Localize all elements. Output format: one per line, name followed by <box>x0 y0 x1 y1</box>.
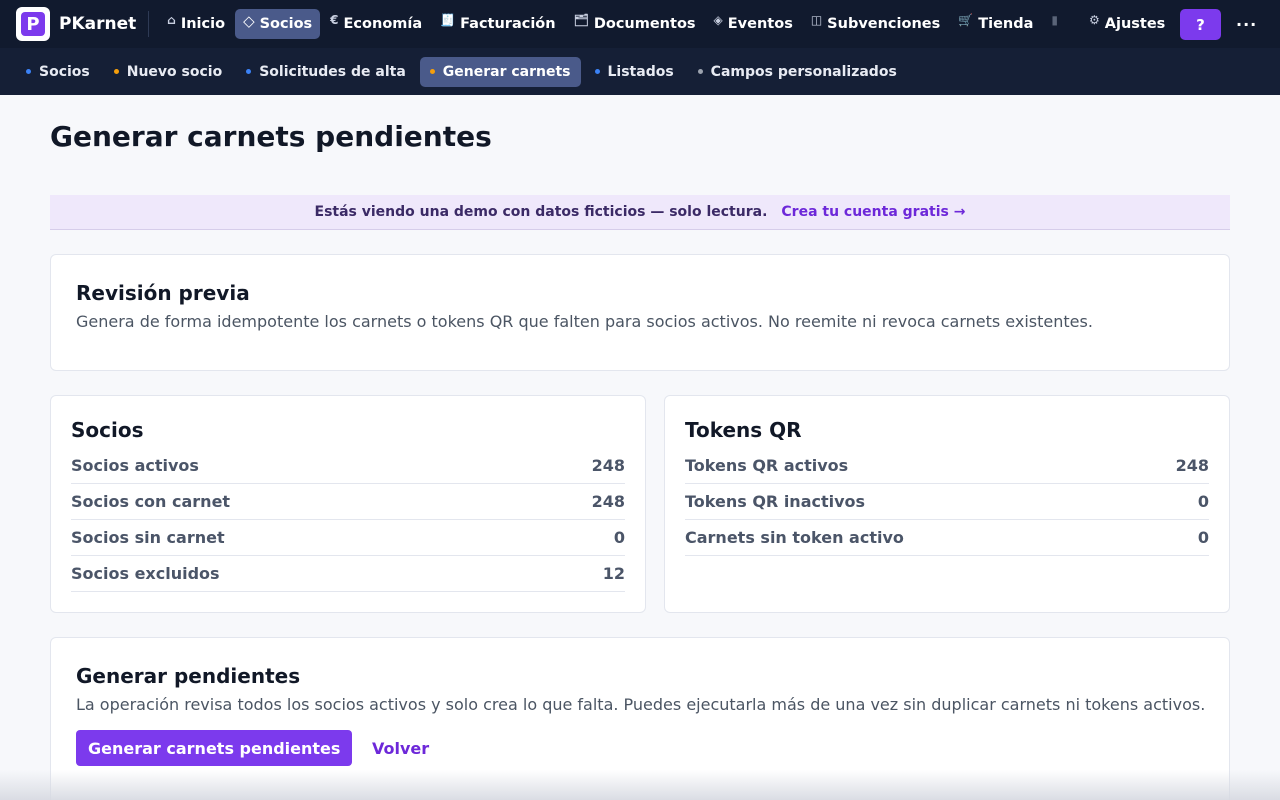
subnav-item-label: Listados <box>607 63 674 80</box>
subnav-item-label: Nuevo socio <box>126 63 223 80</box>
create-account-link[interactable]: Crea tu cuenta gratis → <box>781 204 965 220</box>
subnav-item-campos-personalizados[interactable]: Campos personalizados <box>688 57 907 87</box>
nav-item-label: Inicio <box>180 16 226 32</box>
subnav-item-socios[interactable]: Socios <box>16 57 100 87</box>
generate-description: La operación revisa todos los socios act… <box>76 695 1206 714</box>
page-title: Generar carnets pendientes <box>50 120 492 153</box>
status-dot <box>429 69 435 74</box>
socios-stats-card: Socios Socios activos 248 Socios con carne… <box>50 395 646 613</box>
tokens-stats-title: Tokens QR <box>685 418 802 442</box>
stat-row: Tokens QR inactivos 0 <box>685 484 1209 520</box>
socios-stats-title: Socios <box>71 418 144 442</box>
status-dot <box>697 69 703 74</box>
subnav-item-listados[interactable]: Listados <box>585 57 684 87</box>
stat-label: Socios activos <box>71 456 199 475</box>
nav-divider <box>148 11 150 37</box>
stat-value: 248 <box>591 492 625 511</box>
help-button[interactable]: ? <box>1180 9 1221 40</box>
receipt-icon: 🧾 <box>440 13 456 27</box>
nav-item-label: Eventos <box>727 16 793 32</box>
nav-item-label: Documentos <box>593 16 696 32</box>
tokens-stats-card: Tokens QR Tokens QR activos 248 Tokens QR … <box>664 395 1230 613</box>
stat-label: Tokens QR activos <box>685 456 849 475</box>
status-dot <box>113 69 119 74</box>
brand[interactable]: P PKarnet <box>16 7 136 41</box>
stat-row: Socios excluidos 12 <box>71 556 625 592</box>
stat-value: 0 <box>613 528 625 547</box>
stat-row: Socios activos 248 <box>71 448 625 484</box>
demo-banner: Estás viendo una demo con datos ficticio… <box>50 195 1230 230</box>
nav-item-tienda[interactable]: 🛒 Tienda <box>950 9 1041 39</box>
stat-label: Socios excluidos <box>71 564 220 583</box>
app-name: PKarnet <box>59 14 137 34</box>
nav-item-eventos[interactable]: ◈ Eventos <box>706 9 801 39</box>
stat-value: 0 <box>1197 492 1209 511</box>
generate-card: Generar pendientes La operación revisa t… <box>50 637 1230 800</box>
back-link[interactable]: Volver <box>372 730 429 766</box>
stat-row: Socios con carnet 248 <box>71 484 625 520</box>
stat-value: 248 <box>1175 456 1209 475</box>
tokens-stats-list: Tokens QR activos 248 Tokens QR inactivos 0… <box>685 448 1209 556</box>
nav-item-overflow[interactable]: ▮ <box>1043 9 1071 39</box>
sub-navbar: Socios Nuevo socio Solicitudes de alta Gene… <box>0 48 1280 95</box>
stat-row: Tokens QR activos 248 <box>685 448 1209 484</box>
nav-item-ajustes[interactable]: ⚙ Ajustes <box>1081 9 1173 39</box>
subnav-item-generar-carnets[interactable]: Generar carnets <box>419 56 581 87</box>
diamond-icon: ◇ <box>243 12 255 30</box>
status-dot <box>26 69 31 74</box>
events-icon: ◈ <box>713 13 723 27</box>
nav-item-facturacion[interactable]: 🧾 Facturación <box>432 9 563 39</box>
nav-item-inicio[interactable]: ⌂ Inicio <box>159 9 233 39</box>
grants-icon: ◫ <box>810 13 823 27</box>
app-logo: P <box>16 7 50 41</box>
nav-item-label: Tienda <box>978 16 1034 32</box>
stat-label: Socios sin carnet <box>71 528 225 547</box>
subnav-item-nuevo-socio[interactable]: Nuevo socio <box>104 57 232 87</box>
review-title: Revisión previa <box>76 281 250 305</box>
nav-item-label: Facturación <box>460 16 556 32</box>
nav-item-label: Ajustes <box>1104 16 1166 32</box>
stat-value: 0 <box>1197 528 1209 547</box>
nav-item-label: Subvenciones <box>827 16 941 32</box>
euro-icon: € <box>330 13 339 27</box>
status-dot <box>246 69 252 74</box>
stat-row: Socios sin carnet 0 <box>71 520 625 556</box>
stat-label: Carnets sin token activo <box>685 528 904 547</box>
top-navbar: P PKarnet ⌂ Inicio ◇ Socios € Economía 🧾 Factur… <box>0 0 1280 48</box>
cart-icon: 🛒 <box>958 13 974 27</box>
home-icon: ⌂ <box>167 13 176 27</box>
nav-item-documentos[interactable]: 🗂 Documentos <box>566 9 704 39</box>
nav-item-subvenciones[interactable]: ◫ Subvenciones <box>803 9 948 39</box>
main-nav: ⌂ Inicio ◇ Socios € Economía 🧾 Facturación 🗂 Docu… <box>159 0 1175 48</box>
demo-banner-text: Estás viendo una demo con datos ficticio… <box>314 204 768 220</box>
stat-value: 248 <box>591 456 625 475</box>
subnav-item-label: Solicitudes de alta <box>259 63 406 80</box>
stat-label: Tokens QR inactivos <box>685 492 866 511</box>
generate-title: Generar pendientes <box>76 664 301 688</box>
status-dot <box>594 69 600 74</box>
logo-mark: P <box>21 12 45 36</box>
review-description: Genera de forma idempotente los carnets … <box>76 312 1093 331</box>
socios-stats-list: Socios activos 248 Socios con carnet 248 Soc… <box>71 448 625 592</box>
folder-icon: 🗂 <box>573 13 589 27</box>
nav-item-socios[interactable]: ◇ Socios <box>235 9 321 39</box>
stat-label: Socios con carnet <box>71 492 231 511</box>
nav-item-label: Economía <box>343 16 423 32</box>
nav-item-economia[interactable]: € Economía <box>322 9 430 39</box>
subnav-item-label: Campos personalizados <box>710 63 897 80</box>
overflow-icon: ▮ <box>1051 13 1058 27</box>
stat-row: Carnets sin token activo 0 <box>685 520 1209 556</box>
stat-value: 12 <box>602 564 625 583</box>
subnav-item-solicitudes-de-alta[interactable]: Solicitudes de alta <box>236 57 416 87</box>
review-card: Revisión previa Genera de forma idempote… <box>50 254 1230 371</box>
generate-pending-button[interactable]: Generar carnets pendientes <box>76 730 353 766</box>
subnav-item-label: Socios <box>39 63 90 80</box>
nav-item-label: Socios <box>259 16 313 32</box>
more-menu-button[interactable]: ... <box>1236 11 1257 30</box>
gear-icon: ⚙ <box>1089 13 1100 27</box>
subnav-item-label: Generar carnets <box>442 63 571 80</box>
